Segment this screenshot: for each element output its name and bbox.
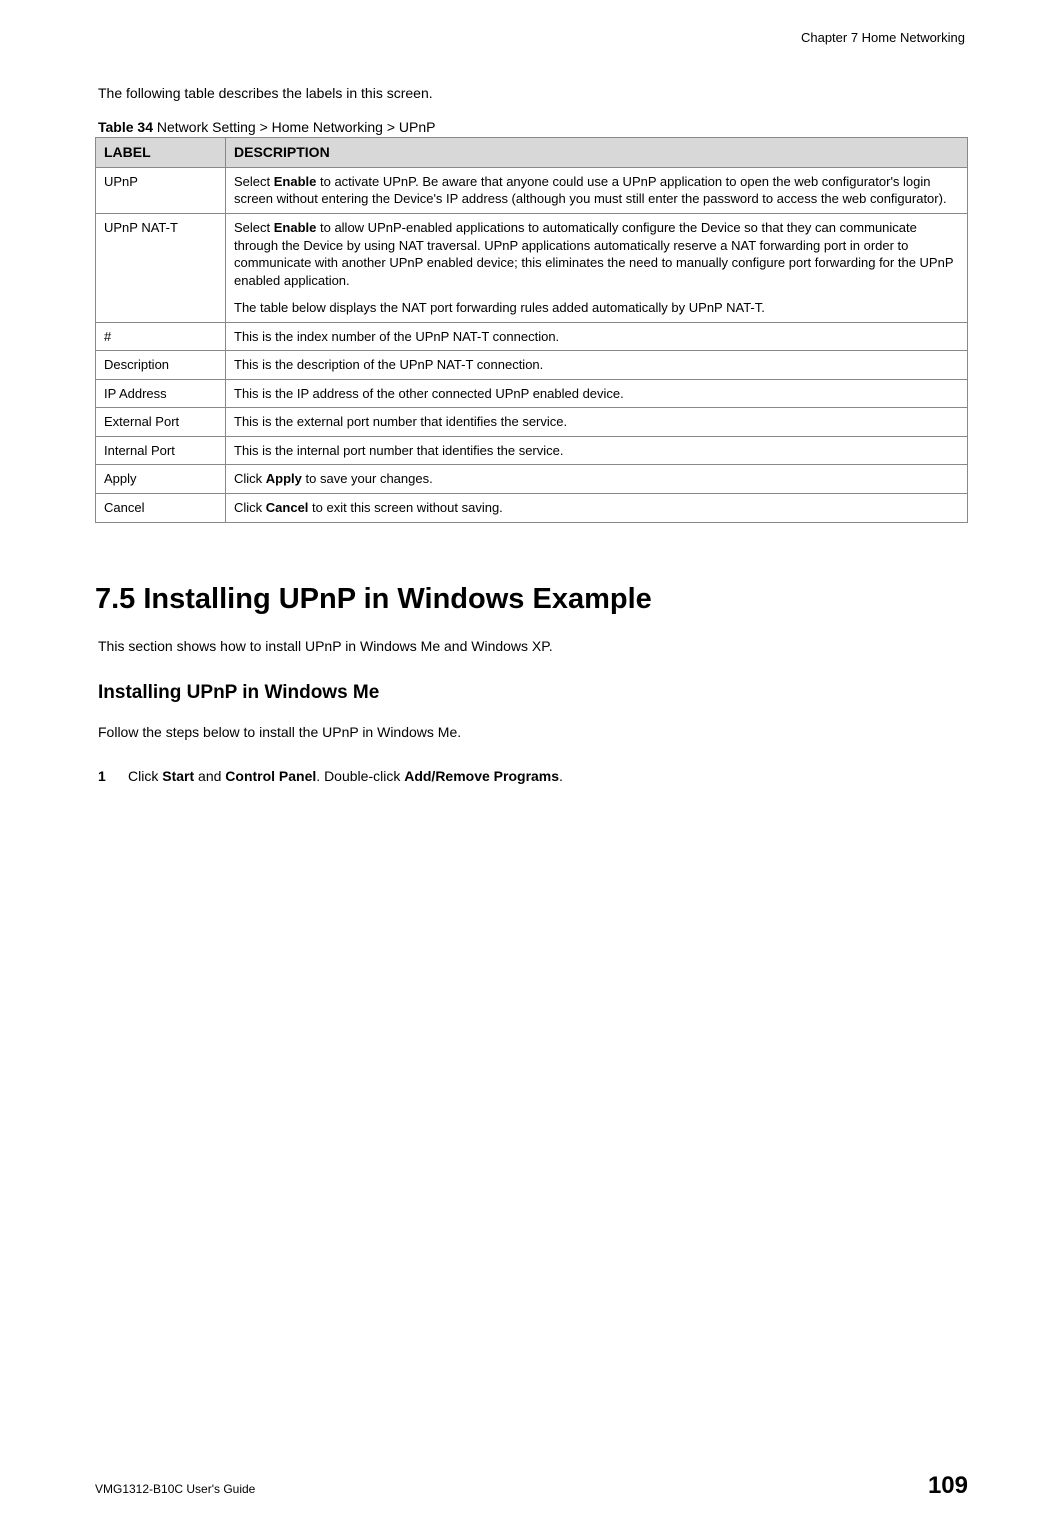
- table-caption: Table 34 Network Setting > Home Networki…: [98, 119, 968, 135]
- table-cell-label: Cancel: [96, 494, 226, 523]
- label-description-table: LABEL DESCRIPTION UPnPSelect Enable to a…: [95, 137, 968, 523]
- table-row: ApplyClick Apply to save your changes.: [96, 465, 968, 494]
- table-row: DescriptionThis is the description of th…: [96, 351, 968, 380]
- table-cell-description: Click Cancel to exit this screen without…: [226, 494, 968, 523]
- footer-guide-title: VMG1312-B10C User's Guide: [95, 1482, 255, 1496]
- table-cell-description: This is the description of the UPnP NAT-…: [226, 351, 968, 380]
- table-row: CancelClick Cancel to exit this screen w…: [96, 494, 968, 523]
- table-row: UPnPSelect Enable to activate UPnP. Be a…: [96, 167, 968, 213]
- step-text: Click Start and Control Panel. Double-cl…: [128, 768, 563, 784]
- table-cell-label: #: [96, 322, 226, 351]
- table-row: Internal PortThis is the internal port n…: [96, 436, 968, 465]
- table-row: UPnP NAT-TSelect Enable to allow UPnP-en…: [96, 213, 968, 322]
- table-row: IP AddressThis is the IP address of the …: [96, 379, 968, 408]
- footer-page-number: 109: [928, 1472, 968, 1500]
- table-cell-label: Internal Port: [96, 436, 226, 465]
- table-cell-description: This is the index number of the UPnP NAT…: [226, 322, 968, 351]
- subsection-intro: Follow the steps below to install the UP…: [98, 724, 968, 740]
- table-caption-text: Network Setting > Home Networking > UPnP: [153, 119, 435, 135]
- table-cell-label: Apply: [96, 465, 226, 494]
- table-header-label: LABEL: [96, 138, 226, 168]
- table-cell-label: IP Address: [96, 379, 226, 408]
- table-cell-description: This is the external port number that id…: [226, 408, 968, 437]
- table-cell-label: UPnP NAT-T: [96, 213, 226, 322]
- table-cell-description: Select Enable to activate UPnP. Be aware…: [226, 167, 968, 213]
- step-1: 1Click Start and Control Panel. Double-c…: [98, 768, 968, 784]
- table-row: External PortThis is the external port n…: [96, 408, 968, 437]
- table-cell-description: Click Apply to save your changes.: [226, 465, 968, 494]
- table-row: #This is the index number of the UPnP NA…: [96, 322, 968, 351]
- table-cell-description: Select Enable to allow UPnP-enabled appl…: [226, 213, 968, 322]
- step-number: 1: [98, 768, 128, 784]
- table-cell-description: This is the IP address of the other conn…: [226, 379, 968, 408]
- intro-text: The following table describes the labels…: [98, 85, 968, 101]
- table-header-description: DESCRIPTION: [226, 138, 968, 168]
- table-cell-label: Description: [96, 351, 226, 380]
- section-intro: This section shows how to install UPnP i…: [98, 638, 968, 654]
- chapter-header: Chapter 7 Home Networking: [95, 30, 968, 45]
- subsection-heading: Installing UPnP in Windows Me: [98, 682, 968, 704]
- table-cell-label: External Port: [96, 408, 226, 437]
- section-heading: 7.5 Installing UPnP in Windows Example: [95, 583, 968, 616]
- table-cell-description: This is the internal port number that id…: [226, 436, 968, 465]
- table-caption-label: Table 34: [98, 119, 153, 135]
- table-cell-label: UPnP: [96, 167, 226, 213]
